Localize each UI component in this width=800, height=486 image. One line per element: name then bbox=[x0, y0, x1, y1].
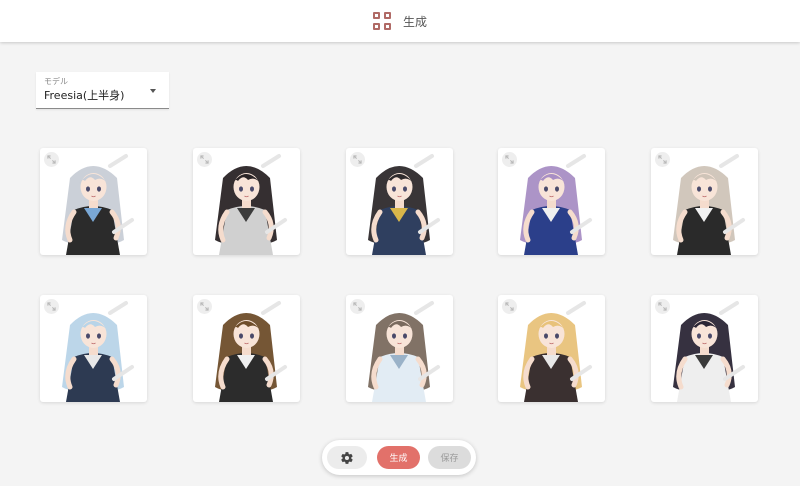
generated-image-card[interactable] bbox=[651, 148, 758, 255]
generated-image-card[interactable] bbox=[40, 148, 147, 255]
generated-image-card[interactable] bbox=[346, 148, 453, 255]
expand-icon[interactable] bbox=[502, 299, 517, 314]
expand-icon[interactable] bbox=[655, 152, 670, 167]
tab-generate[interactable]: 生成 bbox=[372, 12, 427, 30]
expand-icon[interactable] bbox=[350, 152, 365, 167]
expand-icon[interactable] bbox=[655, 299, 670, 314]
expand-icon[interactable] bbox=[197, 299, 212, 314]
generated-image-card[interactable] bbox=[346, 295, 453, 402]
save-button: 保存 bbox=[428, 446, 471, 469]
expand-icon[interactable] bbox=[44, 299, 59, 314]
expand-icon[interactable] bbox=[44, 152, 59, 167]
action-bar: 生成 保存 bbox=[322, 440, 476, 475]
expand-icon[interactable] bbox=[502, 152, 517, 167]
model-select-caption: モデル bbox=[44, 77, 68, 86]
generated-image-card[interactable] bbox=[193, 148, 300, 255]
expand-icon[interactable] bbox=[197, 152, 212, 167]
generated-image-card[interactable] bbox=[498, 295, 605, 402]
generated-image-card[interactable] bbox=[498, 148, 605, 255]
generated-image-card[interactable] bbox=[40, 295, 147, 402]
expand-icon[interactable] bbox=[350, 299, 365, 314]
generated-image-card[interactable] bbox=[651, 295, 758, 402]
settings-button[interactable] bbox=[327, 446, 367, 469]
dropdown-arrow-icon bbox=[150, 89, 156, 93]
generate-button[interactable]: 生成 bbox=[377, 446, 420, 469]
model-select[interactable]: モデル Freesia(上半身) bbox=[36, 72, 169, 109]
grid-icon bbox=[372, 12, 391, 30]
generated-image-card[interactable] bbox=[193, 295, 300, 402]
gear-icon bbox=[341, 451, 353, 464]
tab-generate-label: 生成 bbox=[402, 14, 427, 29]
app-bar: 生成 bbox=[0, 0, 800, 42]
